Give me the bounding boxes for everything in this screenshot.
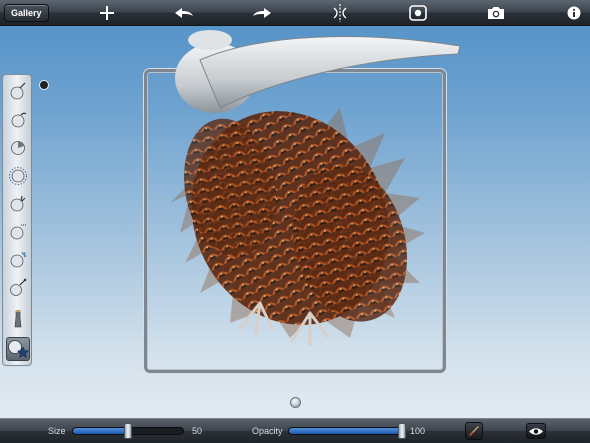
eye-icon — [529, 427, 543, 435]
symmetry-icon[interactable] — [330, 3, 350, 23]
snapshot-camera-icon[interactable] — [486, 3, 506, 23]
undo-icon[interactable] — [174, 3, 194, 23]
brush-color-button[interactable] — [465, 422, 483, 440]
brush-stamp-tool[interactable] — [6, 307, 30, 331]
paintbrush-icon — [469, 426, 479, 436]
opacity-value: 100 — [410, 426, 426, 436]
info-icon[interactable] — [564, 3, 584, 23]
camera-reset-icon[interactable] — [408, 3, 428, 23]
bird-model-canvas[interactable] — [140, 28, 470, 368]
palette-toggle-icon[interactable] — [39, 80, 49, 90]
paint-tool[interactable] — [6, 337, 30, 361]
scrape-tool[interactable] — [6, 247, 30, 271]
tool-palette — [2, 74, 32, 366]
inflate-tool[interactable] — [6, 163, 30, 187]
redo-icon[interactable] — [252, 3, 272, 23]
add-icon[interactable] — [97, 3, 117, 23]
opacity-slider[interactable] — [288, 427, 402, 435]
grab-tool[interactable] — [6, 135, 30, 159]
wax-tool[interactable] — [6, 275, 30, 299]
size-slider-knob[interactable] — [124, 423, 132, 439]
reset-view-dot[interactable] — [290, 397, 301, 408]
size-label: Size — [48, 426, 66, 436]
top-toolbar: Gallery — [0, 0, 590, 26]
size-value: 50 — [192, 426, 203, 436]
opacity-label: Opacity — [252, 426, 283, 436]
opacity-slider-knob[interactable] — [398, 423, 406, 439]
draw-tool[interactable] — [6, 79, 30, 103]
pinch-tool[interactable] — [6, 191, 30, 215]
flatten-tool[interactable] — [6, 219, 30, 243]
opacity-slider-fill — [289, 428, 401, 434]
visibility-button[interactable] — [526, 423, 546, 439]
smooth-tool[interactable] — [6, 107, 30, 131]
size-slider-fill — [73, 428, 128, 434]
bottom-toolbar: Size 50 Opacity 100 — [0, 418, 590, 443]
gallery-button[interactable]: Gallery — [4, 4, 49, 22]
